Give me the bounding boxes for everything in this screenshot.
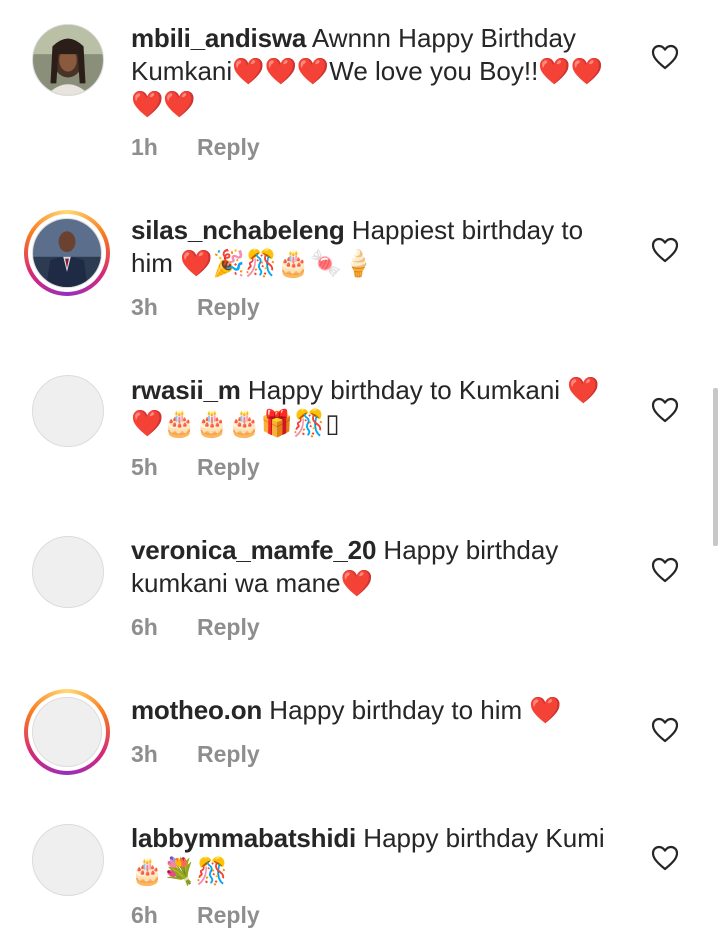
heart-outline-icon <box>651 845 679 871</box>
avatar[interactable] <box>32 375 104 447</box>
comment-username[interactable]: rwasii_m <box>131 375 241 405</box>
comment-body: motheo.on Happy birthday to him ❤️ <box>131 694 621 727</box>
comment-username[interactable]: silas_nchabeleng <box>131 215 345 245</box>
reply-button[interactable]: Reply <box>197 134 260 160</box>
comment-time: 3h <box>131 294 158 320</box>
heart-outline-icon <box>651 44 679 70</box>
heart-outline-icon <box>651 557 679 583</box>
comment-meta: 6h Reply <box>131 902 260 929</box>
comment-time: 6h <box>131 902 158 928</box>
like-button[interactable] <box>651 237 679 263</box>
heart-outline-icon <box>651 237 679 263</box>
comment-meta: 3h Reply <box>131 741 260 768</box>
profile-photo <box>33 219 101 287</box>
comment-meta: 1h Reply <box>131 134 260 161</box>
comment-body: veronica_mamfe_20 Happy birthday kumkani… <box>131 534 621 600</box>
comment-time: 3h <box>131 741 158 767</box>
reply-button[interactable]: Reply <box>197 741 260 767</box>
heart-outline-icon <box>651 717 679 743</box>
comment-time: 1h <box>131 134 158 160</box>
scrollbar[interactable] <box>713 388 718 546</box>
comment-meta: 3h Reply <box>131 294 260 321</box>
comment-time: 5h <box>131 454 158 480</box>
comment-body: silas_nchabeleng Happiest birthday to hi… <box>131 214 621 280</box>
avatar[interactable] <box>32 824 104 896</box>
comment-meta: 6h Reply <box>131 614 260 641</box>
comment-username[interactable]: mbili_andiswa <box>131 23 306 53</box>
reply-button[interactable]: Reply <box>197 294 260 320</box>
comment-time: 6h <box>131 614 158 640</box>
profile-photo <box>33 25 103 95</box>
reply-button[interactable]: Reply <box>197 614 260 640</box>
comment-text: Happy birthday to him ❤️ <box>262 695 562 725</box>
like-button[interactable] <box>651 557 679 583</box>
like-button[interactable] <box>651 845 679 871</box>
comment-body: rwasii_m Happy birthday to Kumkani ❤️❤️🎂… <box>131 374 621 440</box>
reply-button[interactable]: Reply <box>197 454 260 480</box>
comment-username[interactable]: veronica_mamfe_20 <box>131 535 376 565</box>
comment-body: mbili_andiswa Awnnn Happy Birthday Kumka… <box>131 22 621 121</box>
avatar-story-ring[interactable] <box>24 210 110 296</box>
avatar[interactable] <box>32 536 104 608</box>
comment-body: labbymmabatshidi Happy birthday Kumi🎂💐🎊 <box>131 822 621 888</box>
comment-meta: 5h Reply <box>131 454 260 481</box>
avatar-story-ring[interactable] <box>24 689 110 775</box>
reply-button[interactable]: Reply <box>197 902 260 928</box>
avatar[interactable] <box>32 24 104 96</box>
like-button[interactable] <box>651 397 679 423</box>
like-button[interactable] <box>651 717 679 743</box>
heart-outline-icon <box>651 397 679 423</box>
comment-username[interactable]: labbymmabatshidi <box>131 823 356 853</box>
like-button[interactable] <box>651 44 679 70</box>
comment-username[interactable]: motheo.on <box>131 695 262 725</box>
